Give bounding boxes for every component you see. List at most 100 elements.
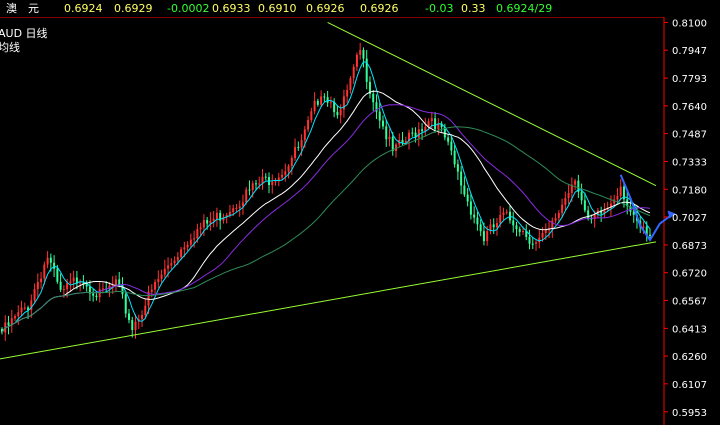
candle-body xyxy=(538,237,541,243)
y-tick-label: 0.5953 xyxy=(672,408,707,419)
candle-body xyxy=(583,200,586,211)
candle-body xyxy=(574,180,577,185)
candle-body xyxy=(522,231,525,233)
candle-body xyxy=(316,100,319,105)
candle-body xyxy=(17,312,20,317)
chart-symbol-label: AUD 日线 xyxy=(0,26,48,40)
candle-body xyxy=(505,211,508,213)
candle-body xyxy=(180,249,183,258)
candle-body xyxy=(114,279,117,285)
candle-body xyxy=(495,223,498,228)
candle-body xyxy=(170,263,173,266)
candle-body xyxy=(421,129,424,132)
candle-body xyxy=(56,268,59,282)
candle-body xyxy=(127,313,130,321)
candle-body xyxy=(53,262,56,269)
candle-body xyxy=(587,210,590,219)
candle-body xyxy=(359,49,362,55)
y-tick-label: 0.7947 xyxy=(672,46,707,57)
change-percent: -0.03 xyxy=(425,2,454,15)
candle-body xyxy=(561,204,564,214)
candle-body xyxy=(391,136,394,152)
candle-body xyxy=(535,242,538,244)
candle-body xyxy=(329,101,332,103)
candle-body xyxy=(463,185,466,195)
candle-body xyxy=(163,268,166,275)
candle-body xyxy=(486,231,489,242)
candle-body xyxy=(69,281,72,283)
candle-body xyxy=(287,166,290,172)
candle-body xyxy=(352,66,355,79)
candle-body xyxy=(14,316,17,319)
candle-body xyxy=(144,305,147,316)
candle-body xyxy=(92,293,95,296)
candle-body xyxy=(290,158,293,167)
y-tick-label: 0.7027 xyxy=(672,213,707,224)
candle-body xyxy=(378,111,381,121)
candle-body xyxy=(323,96,326,98)
candle-body xyxy=(541,232,544,238)
y-tick-label: 0.6107 xyxy=(672,380,707,391)
candle-body xyxy=(193,238,196,240)
candle-body xyxy=(212,218,215,221)
candle-body xyxy=(417,129,420,138)
bid-price: 0.6926 xyxy=(306,2,345,15)
instrument-name: 澳 元 xyxy=(6,2,39,15)
candle-body xyxy=(300,140,303,148)
y-tick-label: 0.7640 xyxy=(672,102,707,113)
candle-body xyxy=(411,132,414,134)
y-tick-label: 0.7180 xyxy=(672,185,707,196)
candle-body xyxy=(131,320,134,331)
candle-body xyxy=(466,194,469,202)
candle-body xyxy=(649,234,651,236)
candle-body xyxy=(258,183,261,185)
candle-body xyxy=(66,282,69,290)
chart-sub-label: 均线 xyxy=(0,40,20,54)
candle-body xyxy=(228,211,231,215)
candle-body xyxy=(199,227,202,230)
candle-body xyxy=(20,307,23,313)
candle-body xyxy=(245,189,248,203)
candle-body xyxy=(59,281,62,290)
candle-body xyxy=(232,208,235,212)
candle-body xyxy=(95,295,98,298)
candle-body xyxy=(473,214,476,218)
ask-price: 0.6926 xyxy=(360,2,399,15)
high-price: 0.6933 xyxy=(212,2,251,15)
open-price: 0.6924 xyxy=(64,2,103,15)
candle-body xyxy=(567,192,570,198)
candle-body xyxy=(434,118,437,130)
candle-body xyxy=(281,174,284,178)
candle-body xyxy=(254,183,257,185)
candle-body xyxy=(447,137,450,142)
candle-body xyxy=(381,120,384,127)
candle-body xyxy=(482,231,485,242)
candle-body xyxy=(469,201,472,215)
candle-body xyxy=(251,183,254,190)
candle-body xyxy=(238,206,241,208)
candle-body xyxy=(499,214,502,224)
candle-body xyxy=(72,277,75,282)
candle-body xyxy=(476,217,479,225)
candle-body xyxy=(642,226,645,228)
candle-body xyxy=(303,129,306,141)
candle-body xyxy=(430,118,433,122)
candle-body xyxy=(346,90,349,97)
candle-body xyxy=(320,96,323,105)
y-tick-label: 0.7333 xyxy=(672,158,707,169)
candle-body xyxy=(271,181,274,185)
candle-body xyxy=(310,111,313,121)
candle-body xyxy=(154,282,157,290)
candle-body xyxy=(460,171,463,186)
candle-body xyxy=(118,279,121,286)
candle-body xyxy=(23,307,26,309)
candle-body xyxy=(564,197,567,205)
candle-body xyxy=(196,229,199,239)
candle-body xyxy=(40,278,43,283)
candle-body xyxy=(512,220,515,226)
candle-body xyxy=(313,100,316,112)
candle-body xyxy=(33,289,36,301)
candle-body xyxy=(62,289,65,291)
candle-body xyxy=(215,212,218,219)
candle-body xyxy=(518,229,521,232)
